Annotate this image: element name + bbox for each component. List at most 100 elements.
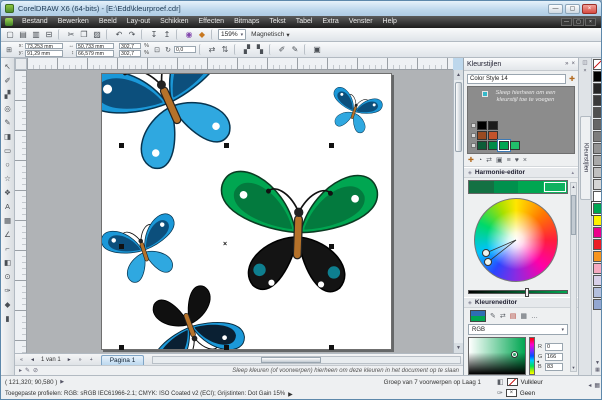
harmony-strip-segment[interactable]	[494, 181, 519, 193]
menu-item[interactable]: Lay-out	[122, 16, 155, 28]
color-style-swatch[interactable]	[499, 141, 509, 150]
tree-expander[interactable]	[471, 123, 476, 128]
color-model-select[interactable]: RGB ▾	[468, 324, 568, 335]
palette-swatch[interactable]	[593, 191, 602, 202]
pick-tool[interactable]: ↖	[2, 60, 14, 73]
scrollbar-thumb[interactable]	[571, 195, 576, 235]
document-restore-button[interactable]: ▢	[573, 18, 584, 26]
page-tab[interactable]: Pagina 1	[101, 355, 145, 365]
save-icon[interactable]: ▥	[30, 29, 42, 40]
selection-handle[interactable]	[329, 143, 334, 148]
butterfly-blue-small-top[interactable]	[324, 86, 384, 137]
palette-swatch[interactable]	[593, 107, 602, 118]
new-document-icon[interactable]: ▢	[4, 29, 16, 40]
palette-swatch[interactable]	[593, 263, 602, 274]
ellipse-tool[interactable]: ○	[2, 158, 14, 171]
status-flyout-icon[interactable]: ▶	[60, 379, 64, 385]
export-icon[interactable]: ↥	[161, 29, 173, 40]
palette-swatch[interactable]	[593, 83, 602, 94]
color-eyedropper-tool[interactable]: ⊙	[2, 270, 14, 283]
palette-swatch[interactable]	[593, 275, 602, 286]
scroll-up-icon[interactable]: ▲	[571, 184, 576, 189]
zoom-tool[interactable]: ◎	[2, 102, 14, 115]
palette-swatch[interactable]	[593, 215, 602, 226]
more-options-icon[interactable]: …	[531, 313, 538, 320]
polygon-tool[interactable]: ☆	[2, 172, 14, 185]
color-style-drop-area[interactable]: Sleep hierheen om een kleurstijl toe te …	[467, 86, 575, 154]
delete-style-icon[interactable]: ×	[523, 157, 527, 164]
hue-marker[interactable]: ◂	[536, 359, 539, 365]
docker-close-icon[interactable]: ×	[571, 61, 575, 67]
palette-swatch[interactable]	[593, 179, 602, 190]
next-page-button[interactable]: ►	[65, 357, 74, 363]
vertical-ruler[interactable]	[15, 70, 27, 353]
apply-style-icon[interactable]: ▣	[496, 156, 503, 164]
butterfly-blue-small-left[interactable]	[102, 211, 188, 288]
rotation-angle-field[interactable]: 0,0	[174, 46, 196, 53]
brightness-slider[interactable]	[468, 290, 568, 294]
docker-collapse-icon[interactable]: »	[565, 61, 568, 67]
close-button[interactable]: ×	[582, 4, 597, 14]
selection-handle[interactable]	[119, 345, 124, 350]
last-page-button[interactable]: »	[76, 357, 85, 363]
scale-h-field[interactable]: 302,7	[119, 43, 141, 50]
palette-scroll-down-icon[interactable]: ▼	[595, 360, 600, 366]
menu-item[interactable]: Extra	[317, 16, 343, 28]
previous-page-button[interactable]: ◄	[28, 357, 37, 363]
selection-handle[interactable]	[224, 345, 229, 350]
r-value-field[interactable]: 0	[545, 343, 563, 351]
menu-item[interactable]: Bitmaps	[229, 16, 264, 28]
scroll-up-icon[interactable]: ▲	[454, 70, 463, 80]
scrollbar-thumb[interactable]	[455, 82, 462, 152]
color-style-swatch[interactable]	[477, 131, 487, 140]
butterfly-green-selected[interactable]	[218, 171, 378, 293]
undo-icon[interactable]: ↶	[113, 29, 125, 40]
maximize-button[interactable]: ▢	[565, 4, 580, 14]
butterfly-dark-bottom[interactable]	[133, 277, 247, 350]
new-style-icon[interactable]: ✚	[569, 75, 575, 83]
redo-icon[interactable]: ↷	[126, 29, 138, 40]
object-y-field[interactable]: 91,29 mm	[25, 50, 63, 57]
tree-expander[interactable]	[471, 133, 476, 138]
palette-options-icon[interactable]: ▦	[594, 382, 600, 389]
harmony-selector-handle[interactable]	[485, 259, 492, 266]
scroll-down-icon[interactable]: ▼	[454, 343, 463, 353]
to-front-icon[interactable]: ▞	[241, 44, 253, 55]
harmony-wheel-selectors[interactable]	[474, 198, 558, 282]
palette-swatch[interactable]	[593, 71, 602, 82]
palette-swatch[interactable]	[593, 59, 602, 70]
canvas-vertical-scrollbar[interactable]: ▲ ▼	[453, 70, 463, 353]
palette-swatch[interactable]	[593, 227, 602, 238]
docker-scrollbar[interactable]: ▲ ▼	[570, 182, 577, 372]
no-color-icon[interactable]: ⊘	[33, 367, 38, 374]
document-close-button[interactable]: ×	[585, 18, 596, 26]
palette-swatch[interactable]	[593, 287, 602, 298]
dimension-tool[interactable]: ∠	[2, 228, 14, 241]
menu-item[interactable]: Help	[378, 16, 402, 28]
fill-color-swatch[interactable]	[507, 378, 518, 386]
copy-icon[interactable]: ❐	[78, 29, 90, 40]
eyedropper-icon[interactable]: ✎	[490, 312, 496, 320]
color-style-swatch[interactable]	[488, 141, 498, 150]
open-icon[interactable]: ▤	[17, 29, 29, 40]
harmony-strip-segment[interactable]	[518, 181, 543, 193]
print-icon[interactable]: ⊟	[43, 29, 55, 40]
horizontal-ruler[interactable]	[27, 58, 453, 70]
palette-swatch[interactable]	[593, 143, 602, 154]
butterfly-blue-large[interactable]	[102, 74, 261, 185]
paste-icon[interactable]: ▨	[91, 29, 103, 40]
object-width-field[interactable]: 50,733 mm	[76, 43, 114, 50]
document-minimize-button[interactable]: —	[561, 18, 572, 26]
harmony-strip-segment[interactable]	[469, 181, 494, 193]
add-color-style-icon[interactable]: ✚	[468, 156, 474, 164]
scale-v-field[interactable]: 302,7	[119, 50, 141, 57]
canvas-horizontal-scrollbar[interactable]	[152, 356, 461, 364]
tree-expander[interactable]	[471, 143, 476, 148]
color-style-swatch[interactable]	[477, 141, 487, 150]
selection-handle[interactable]	[224, 143, 229, 148]
selection-handle[interactable]	[119, 143, 124, 148]
hue-slider[interactable]: ◂	[529, 337, 535, 375]
slider-knob[interactable]	[525, 288, 529, 297]
scroll-down-icon[interactable]: ▼	[571, 365, 576, 370]
palette-swatch[interactable]	[593, 203, 602, 214]
